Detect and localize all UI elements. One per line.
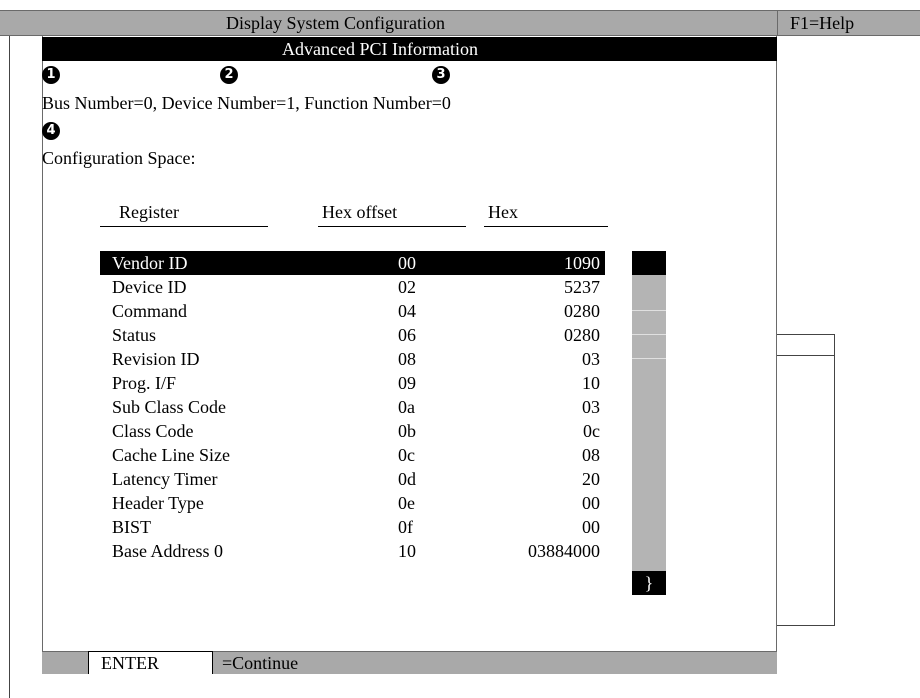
register-offset[interactable]: 00 [398,251,416,275]
bus-device-function-line: Bus Number=0, Device Number=1, Function … [42,93,451,113]
scrollbar-tick [632,334,666,335]
register-name[interactable]: Status [112,323,156,347]
register-value[interactable]: 00 [582,515,600,539]
callout-3-icon: 3 [432,66,450,84]
register-name[interactable]: Class Code [112,419,194,443]
register-name[interactable]: Vendor ID [112,251,187,275]
register-value[interactable]: 03884000 [528,539,600,563]
column-header-register: Register [119,202,179,222]
right-side-box-small [777,334,835,356]
register-value[interactable]: 20 [582,467,600,491]
callout-2-icon: 2 [220,66,238,84]
callout-4-icon: 4 [42,122,60,140]
register-name[interactable]: Command [112,299,187,323]
register-offset[interactable]: 0d [398,467,416,491]
register-offset[interactable]: 08 [398,347,416,371]
hex-offset-underline [318,226,466,227]
configuration-space-label: Configuration Space: [42,148,196,168]
right-side-box-large [777,356,835,626]
register-name[interactable]: Revision ID [112,347,200,371]
window-title: Display System Configuration [226,13,445,33]
register-name[interactable]: Prog. I/F [112,371,176,395]
scrollbar-thumb[interactable] [632,251,666,275]
enter-key-description: =Continue [222,653,299,673]
register-offset[interactable]: 0e [398,491,415,515]
scrollbar-track[interactable] [632,251,666,593]
register-offset[interactable]: 0f [398,515,413,539]
help-hint[interactable]: F1=Help [790,13,854,34]
register-offset[interactable]: 06 [398,323,416,347]
column-header-hex-offset: Hex offset [322,202,398,222]
scroll-down-icon[interactable]: } [632,571,666,595]
register-value[interactable]: 10 [582,371,600,395]
register-name[interactable]: BIST [112,515,151,539]
left-border-line [9,36,10,698]
register-value[interactable]: 03 [582,347,600,371]
scrollbar-tick [632,358,666,359]
enter-key-button[interactable]: ENTER [88,651,213,674]
register-name[interactable]: Latency Timer [112,467,218,491]
register-name[interactable]: Device ID [112,275,186,299]
register-value[interactable]: 0280 [564,323,600,347]
register-offset[interactable]: 0b [398,419,416,443]
register-offset[interactable]: 04 [398,299,416,323]
register-offset[interactable]: 0a [398,395,415,419]
register-offset[interactable]: 09 [398,371,416,395]
register-value[interactable]: 00 [582,491,600,515]
hex-underline [484,226,608,227]
register-offset[interactable]: 0c [398,443,415,467]
callout-1-icon: 1 [42,66,60,84]
register-value[interactable]: 0280 [564,299,600,323]
register-value[interactable]: 08 [582,443,600,467]
column-header-hex: Hex [488,202,518,222]
register-name[interactable]: Header Type [112,491,204,515]
register-name[interactable]: Sub Class Code [112,395,226,419]
register-value[interactable]: 1090 [564,251,600,275]
register-name[interactable]: Cache Line Size [112,443,230,467]
title-divider [777,10,778,36]
register-offset[interactable]: 02 [398,275,416,299]
title-bar [0,10,920,36]
register-value[interactable]: 5237 [564,275,600,299]
register-offset[interactable]: 10 [398,539,416,563]
register-value[interactable]: 03 [582,395,600,419]
register-underline [100,226,268,227]
panel-title: Advanced PCI Information [282,39,478,59]
scrollbar-tick [632,310,666,311]
register-value[interactable]: 0c [583,419,600,443]
register-name[interactable]: Base Address 0 [112,539,223,563]
